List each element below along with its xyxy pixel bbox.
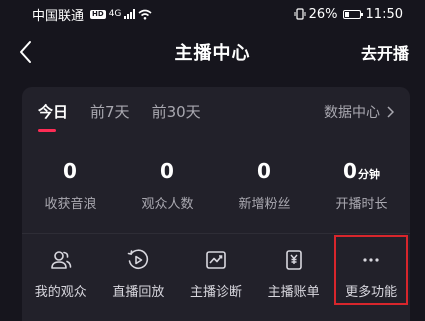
nav-bar: 主播中心 去开播 bbox=[0, 30, 425, 74]
tool-label: 主播诊断 bbox=[189, 285, 242, 300]
tool-diagnosis[interactable]: 主播诊断 bbox=[177, 247, 255, 300]
battery-percent: 26% bbox=[308, 6, 338, 22]
audience-icon bbox=[48, 247, 74, 273]
stat-value-wrap: 0 bbox=[22, 159, 119, 187]
bill-icon bbox=[281, 247, 307, 273]
tool-label: 直播回放 bbox=[112, 285, 165, 300]
vibrate-icon bbox=[294, 8, 306, 20]
tool-live-replay[interactable]: 直播回放 bbox=[100, 247, 178, 300]
stat-label: 观众人数 bbox=[141, 197, 194, 212]
status-left: 中国联通 HD 4G bbox=[32, 5, 152, 24]
tab-today[interactable]: 今日 bbox=[38, 101, 68, 122]
replay-icon bbox=[125, 247, 151, 273]
network-type: 4G bbox=[108, 9, 122, 19]
period-tabs: 今日 前7天 前30天 bbox=[38, 101, 223, 122]
stat-unit: 分钟 bbox=[357, 168, 380, 181]
stat-value-wrap: 0分钟 bbox=[313, 159, 410, 187]
tool-label: 主播账单 bbox=[267, 285, 320, 300]
status-right: 26% 11:50 bbox=[294, 7, 403, 22]
hd-badge: HD bbox=[90, 9, 106, 19]
wifi-icon bbox=[138, 9, 152, 20]
carrier-name: 中国联通 bbox=[32, 8, 85, 24]
tool-my-audience[interactable]: 我的观众 bbox=[22, 247, 100, 300]
stat-viewers[interactable]: 0 观众人数 bbox=[119, 159, 216, 212]
stat-new-fans[interactable]: 0 新增粉丝 bbox=[216, 159, 313, 212]
stat-value: 0 bbox=[63, 159, 77, 183]
data-center-label: 数据中心 bbox=[324, 105, 380, 121]
stat-label: 收获音浪 bbox=[44, 197, 97, 212]
stat-value-wrap: 0 bbox=[119, 159, 216, 187]
stat-label: 开播时长 bbox=[335, 197, 388, 212]
stats-row: 0 收获音浪 0 观众人数 0 新增粉丝 0分钟 开播时长 bbox=[22, 159, 410, 212]
status-bar: 中国联通 HD 4G 26% 11:50 bbox=[0, 0, 425, 28]
stat-value: 0 bbox=[160, 159, 174, 183]
go-live-button[interactable]: 去开播 bbox=[361, 40, 409, 64]
data-center-link[interactable]: 数据中心 bbox=[324, 102, 394, 122]
stat-live-duration[interactable]: 0分钟 开播时长 bbox=[313, 159, 410, 212]
stat-value: 0 bbox=[257, 159, 271, 183]
stat-value-wrap: 0 bbox=[216, 159, 313, 187]
tab-30-days[interactable]: 前30天 bbox=[152, 101, 201, 122]
battery-fill bbox=[344, 11, 349, 17]
divider bbox=[22, 233, 410, 234]
highlight-box bbox=[334, 235, 408, 305]
chevron-left-icon[interactable] bbox=[16, 39, 36, 65]
stat-value: 0 bbox=[343, 159, 357, 183]
diagnosis-icon bbox=[203, 247, 229, 273]
page-title: 主播中心 bbox=[174, 43, 251, 64]
signal-icon bbox=[124, 9, 136, 19]
tool-label: 我的观众 bbox=[34, 285, 87, 300]
clock: 11:50 bbox=[365, 6, 403, 22]
stats-card: 今日 前7天 前30天 数据中心 0 收获音浪 0 观众人数 0 新增粉丝 0分… bbox=[22, 87, 410, 321]
tool-bill[interactable]: 主播账单 bbox=[255, 247, 333, 300]
chevron-right-icon bbox=[387, 106, 394, 118]
battery-icon bbox=[342, 9, 363, 19]
tab-7-days[interactable]: 前7天 bbox=[90, 101, 130, 122]
active-tab-indicator bbox=[38, 129, 56, 132]
stat-label: 新增粉丝 bbox=[238, 197, 291, 212]
stat-earnings[interactable]: 0 收获音浪 bbox=[22, 159, 119, 212]
